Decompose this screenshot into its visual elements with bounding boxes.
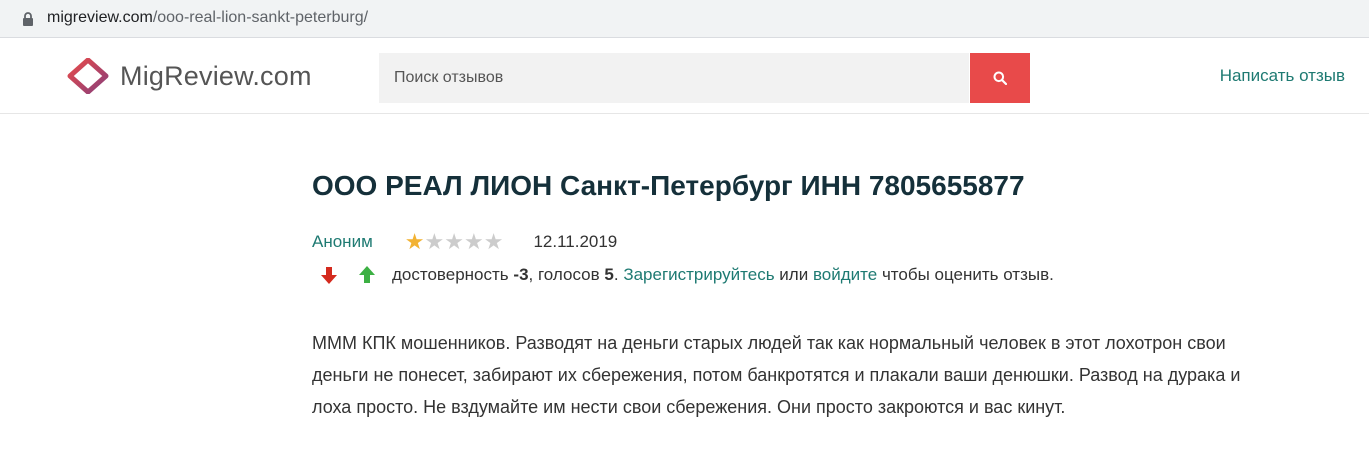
- vote-summary: достоверность -3, голосов 5. Зарегистрир…: [392, 265, 1054, 285]
- rating-stars: ★ ★ ★ ★ ★: [405, 231, 504, 253]
- lock-icon[interactable]: [20, 11, 36, 27]
- review-body: МММ КПК мошенников. Разводят на деньги с…: [312, 333, 1241, 417]
- arrow-down-icon[interactable]: [318, 264, 340, 286]
- review-author-link[interactable]: Аноним: [312, 232, 373, 252]
- star-empty-icon: ★: [444, 229, 464, 254]
- arrow-up-icon[interactable]: [356, 264, 378, 286]
- review-date: 12.11.2019: [533, 232, 618, 251]
- write-review-link[interactable]: Написать отзыв: [1220, 66, 1345, 86]
- or-text: или: [779, 265, 809, 284]
- site-logo[interactable]: MigReview.com: [66, 58, 312, 94]
- url-text[interactable]: migreview.com/ooo-real-lion-sankt-peterb…: [47, 9, 368, 27]
- tail-text: чтобы оценить отзыв.: [881, 265, 1054, 284]
- reliability-label: достоверность: [392, 265, 509, 284]
- migreview-logo-icon: [67, 58, 109, 94]
- url-path: /ooo-real-lion-sankt-peterburg/: [152, 9, 369, 26]
- search-button[interactable]: [970, 53, 1030, 103]
- logo-text: MigReview.com: [120, 60, 312, 91]
- star-empty-icon: ★: [483, 229, 504, 254]
- star-filled-icon: ★: [404, 229, 425, 254]
- browser-address-bar[interactable]: migreview.com/ooo-real-lion-sankt-peterb…: [0, 0, 1369, 38]
- review-title: ООО РЕАЛ ЛИОН Санкт-Петербург ИНН 780565…: [312, 170, 1025, 201]
- votes-value: 5: [604, 265, 614, 284]
- login-link[interactable]: войдите: [813, 265, 877, 284]
- search-input[interactable]: [379, 53, 969, 103]
- site-header: MigReview.com Написать отзыв: [0, 38, 1369, 114]
- star-empty-icon: ★: [424, 229, 445, 254]
- search-icon: [993, 71, 1007, 85]
- reliability-value: -3: [513, 265, 529, 284]
- register-link[interactable]: Зарегистрируйтесь: [623, 265, 774, 284]
- after-votes: .: [613, 265, 619, 284]
- star-empty-icon: ★: [463, 229, 484, 254]
- review-meta: Аноним ★ ★ ★ ★ ★ 12.11.2019: [312, 231, 617, 253]
- votes-label: , голосов: [528, 265, 600, 284]
- vote-row: достоверность -3, голосов 5. Зарегистрир…: [318, 263, 1054, 287]
- url-domain: migreview.com: [47, 9, 153, 26]
